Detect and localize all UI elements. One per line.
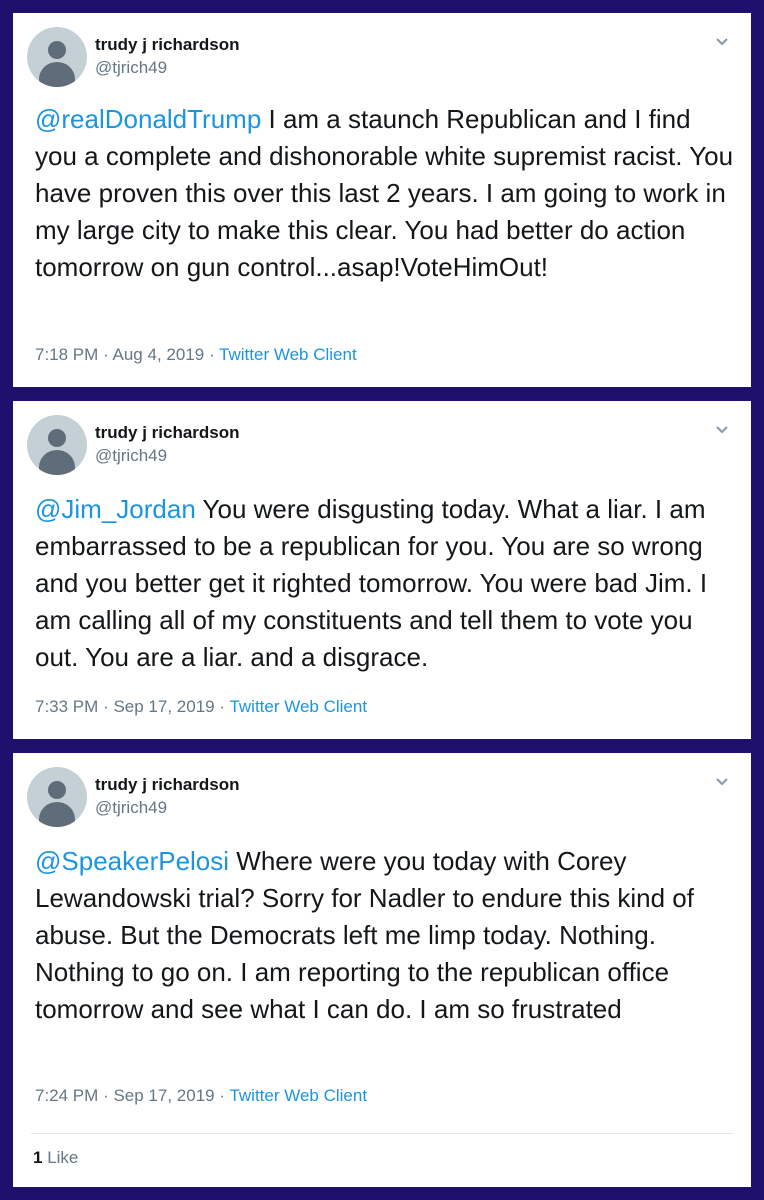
tweet-text: @Jim_Jordan You were disgusting today. W… bbox=[35, 491, 735, 676]
tweet-client-link[interactable]: Twitter Web Client bbox=[219, 345, 357, 364]
like-count[interactable]: 1 Like bbox=[33, 1148, 78, 1168]
author-handle[interactable]: @tjrich49 bbox=[95, 58, 167, 78]
chevron-down-icon[interactable] bbox=[715, 777, 729, 787]
tweet-time[interactable]: 7:33 PM bbox=[35, 697, 98, 716]
meta-separator: · bbox=[103, 697, 109, 716]
tweet-date[interactable]: Sep 17, 2019 bbox=[113, 697, 214, 716]
chevron-down-icon[interactable] bbox=[715, 425, 729, 435]
meta-separator: · bbox=[208, 345, 215, 364]
tweet-card: trudy j richardson @tjrich49 @realDonald… bbox=[13, 13, 751, 387]
author-name[interactable]: trudy j richardson bbox=[95, 423, 240, 443]
tweet-text: @SpeakerPelosi Where were you today with… bbox=[35, 843, 735, 1028]
tweet-card: trudy j richardson @tjrich49 @Jim_Jordan… bbox=[13, 401, 751, 739]
default-avatar-icon bbox=[48, 429, 66, 447]
tweet-text: @realDonaldTrump I am a staunch Republic… bbox=[35, 101, 735, 286]
tweet-client-link[interactable]: Twitter Web Client bbox=[229, 1086, 367, 1105]
meta-separator: · bbox=[103, 1086, 109, 1105]
tweet-meta: 7:24 PM · Sep 17, 2019 · Twitter Web Cli… bbox=[35, 1086, 367, 1106]
like-count-label: Like bbox=[47, 1148, 79, 1167]
author-handle[interactable]: @tjrich49 bbox=[95, 798, 167, 818]
meta-separator: · bbox=[219, 1086, 226, 1105]
tweet-time[interactable]: 7:24 PM bbox=[35, 1086, 98, 1105]
mention-link[interactable]: @SpeakerPelosi bbox=[35, 846, 229, 876]
tweet-meta: 7:18 PM · Aug 4, 2019 · Twitter Web Clie… bbox=[35, 345, 357, 365]
tweet-date[interactable]: Aug 4, 2019 bbox=[113, 345, 205, 364]
mention-link[interactable]: @realDonaldTrump bbox=[35, 104, 261, 134]
divider bbox=[31, 1133, 733, 1134]
author-name[interactable]: trudy j richardson bbox=[95, 35, 240, 55]
tweet-meta: 7:33 PM · Sep 17, 2019 · Twitter Web Cli… bbox=[35, 697, 367, 717]
avatar[interactable] bbox=[27, 767, 87, 827]
default-avatar-icon bbox=[48, 781, 66, 799]
mention-link[interactable]: @Jim_Jordan bbox=[35, 494, 196, 524]
chevron-down-icon[interactable] bbox=[715, 37, 729, 47]
meta-separator: · bbox=[103, 345, 109, 364]
avatar[interactable] bbox=[27, 415, 87, 475]
avatar[interactable] bbox=[27, 27, 87, 87]
tweet-client-link[interactable]: Twitter Web Client bbox=[229, 697, 367, 716]
tweet-time[interactable]: 7:18 PM bbox=[35, 345, 98, 364]
meta-separator: · bbox=[219, 697, 226, 716]
tweet-date[interactable]: Sep 17, 2019 bbox=[113, 1086, 214, 1105]
default-avatar-icon bbox=[48, 41, 66, 59]
author-name[interactable]: trudy j richardson bbox=[95, 775, 240, 795]
like-count-number: 1 bbox=[33, 1148, 43, 1167]
author-handle[interactable]: @tjrich49 bbox=[95, 446, 167, 466]
tweet-card: trudy j richardson @tjrich49 @SpeakerPel… bbox=[13, 753, 751, 1187]
